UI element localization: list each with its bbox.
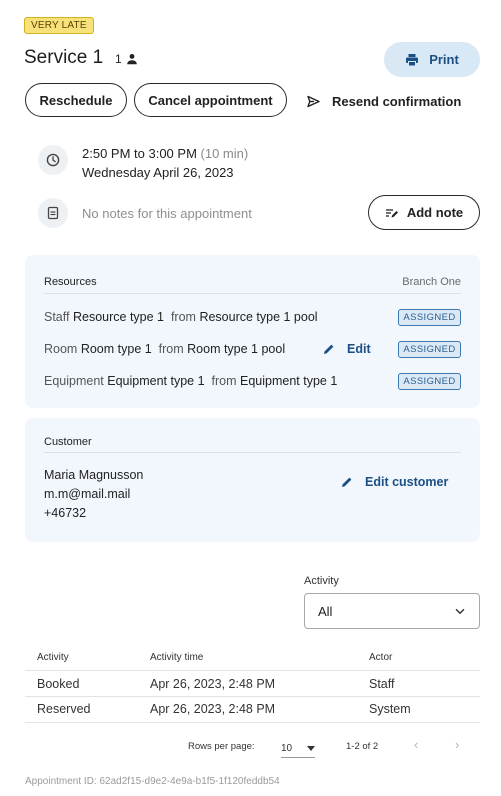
resource-row-equipment: Equipment Equipment type 1 from Equipmen… bbox=[44, 374, 337, 388]
resource-pool: Equipment type 1 bbox=[239, 374, 338, 388]
pencil-icon bbox=[324, 344, 334, 354]
cancel-appointment-label: Cancel appointment bbox=[148, 92, 273, 108]
resources-divider bbox=[44, 293, 461, 294]
resource-pool: Room type 1 pool bbox=[187, 342, 286, 356]
page-title: Service 1 bbox=[24, 47, 104, 68]
table-divider bbox=[25, 696, 480, 697]
resource-type: Room type 1 bbox=[80, 342, 152, 356]
activity-filter-label: Activity bbox=[304, 575, 339, 587]
table-cell-actor: Staff bbox=[369, 677, 395, 691]
resources-panel: Resources Branch One Staff Resource type… bbox=[25, 255, 480, 408]
appointment-date: Wednesday April 26, 2023 bbox=[82, 165, 234, 180]
appointment-time: 2:50 PM to 3:00 PM (10 min) bbox=[82, 146, 248, 161]
appointment-id: Appointment ID: 62ad2f15-d9e2-4e9a-b1f5-… bbox=[25, 776, 280, 787]
customer-phone: +46732 bbox=[44, 506, 87, 520]
resend-confirmation-button[interactable]: Resend confirmation bbox=[307, 84, 461, 118]
reschedule-button[interactable]: Reschedule bbox=[25, 83, 127, 117]
resource-kind: Room bbox=[44, 342, 78, 356]
pagination-range: 1-2 of 2 bbox=[346, 741, 379, 752]
assigned-badge: ASSIGNED bbox=[398, 309, 461, 326]
clock-icon bbox=[38, 145, 68, 175]
note-icon bbox=[38, 198, 68, 228]
resource-kind: Equipment bbox=[44, 374, 104, 388]
activity-filter-value: All bbox=[318, 603, 333, 619]
column-header-activity-time[interactable]: Activity time bbox=[150, 652, 203, 663]
customer-name: Maria Magnusson bbox=[44, 468, 144, 482]
chevron-down-icon bbox=[307, 746, 315, 751]
status-badge: VERY LATE bbox=[24, 17, 94, 34]
rows-per-page-label: Rows per page: bbox=[188, 741, 255, 752]
time-range: 2:50 PM to 3:00 PM bbox=[82, 146, 197, 161]
resource-type: Equipment type 1 bbox=[107, 374, 205, 388]
add-note-label: Add note bbox=[406, 205, 464, 220]
reschedule-label: Reschedule bbox=[39, 92, 113, 108]
assigned-badge: ASSIGNED bbox=[398, 373, 461, 390]
chevron-down-icon bbox=[455, 608, 465, 614]
resource-row-staff: Staff Resource type 1 from Resource type… bbox=[44, 310, 318, 324]
edit-room-button[interactable]: Edit bbox=[323, 342, 371, 356]
table-cell-activity: Reserved bbox=[37, 702, 91, 716]
resource-kind: Staff bbox=[44, 310, 70, 324]
assigned-badge: ASSIGNED bbox=[398, 341, 461, 358]
send-icon bbox=[307, 95, 320, 107]
edit-room-label: Edit bbox=[347, 342, 371, 356]
resource-pool: Resource type 1 pool bbox=[199, 310, 318, 324]
customer-heading: Customer bbox=[44, 436, 92, 448]
add-note-button[interactable]: Add note bbox=[368, 195, 480, 230]
print-label: Print bbox=[429, 52, 459, 67]
cancel-appointment-button[interactable]: Cancel appointment bbox=[134, 83, 287, 117]
table-cell-time: Apr 26, 2023, 2:48 PM bbox=[150, 702, 276, 716]
customer-divider bbox=[44, 452, 461, 453]
table-cell-activity: Booked bbox=[37, 677, 80, 691]
pencil-icon bbox=[342, 477, 352, 487]
print-icon bbox=[406, 53, 419, 66]
column-header-activity[interactable]: Activity bbox=[37, 652, 69, 663]
customer-panel: Customer Maria Magnusson m.m@mail.mail +… bbox=[25, 418, 480, 542]
time-duration: (10 min) bbox=[200, 146, 249, 161]
resource-from: from bbox=[211, 374, 237, 388]
customer-email: m.m@mail.mail bbox=[44, 487, 131, 501]
person-icon bbox=[126, 54, 137, 65]
rows-per-page-select[interactable]: 10 bbox=[281, 740, 315, 758]
activity-filter-select[interactable]: All bbox=[304, 593, 480, 629]
column-header-actor[interactable]: Actor bbox=[369, 652, 392, 663]
edit-customer-button[interactable]: Edit customer bbox=[341, 475, 448, 489]
table-cell-actor: System bbox=[369, 702, 411, 716]
chevron-left-icon[interactable]: ‹ bbox=[414, 737, 418, 752]
notes-empty-text: No notes for this appointment bbox=[82, 206, 252, 221]
resources-heading: Resources bbox=[44, 276, 97, 288]
table-divider bbox=[25, 722, 480, 723]
chevron-right-icon[interactable]: › bbox=[455, 737, 459, 752]
rows-per-page-value: 10 bbox=[281, 743, 293, 754]
participant-count-value: 1 bbox=[115, 52, 122, 66]
add-note-icon bbox=[385, 208, 398, 217]
participant-count: 1 bbox=[115, 52, 138, 66]
table-cell-time: Apr 26, 2023, 2:48 PM bbox=[150, 677, 276, 691]
branch-name: Branch One bbox=[402, 276, 461, 288]
print-button[interactable]: Print bbox=[384, 42, 480, 77]
resource-from: from bbox=[170, 310, 196, 324]
resource-type: Resource type 1 bbox=[72, 310, 164, 324]
resource-from: from bbox=[158, 342, 184, 356]
resend-confirmation-label: Resend confirmation bbox=[332, 93, 462, 109]
resource-row-room: Room Room type 1 from Room type 1 pool bbox=[44, 342, 285, 356]
table-divider bbox=[25, 670, 480, 671]
edit-customer-label: Edit customer bbox=[365, 475, 449, 489]
